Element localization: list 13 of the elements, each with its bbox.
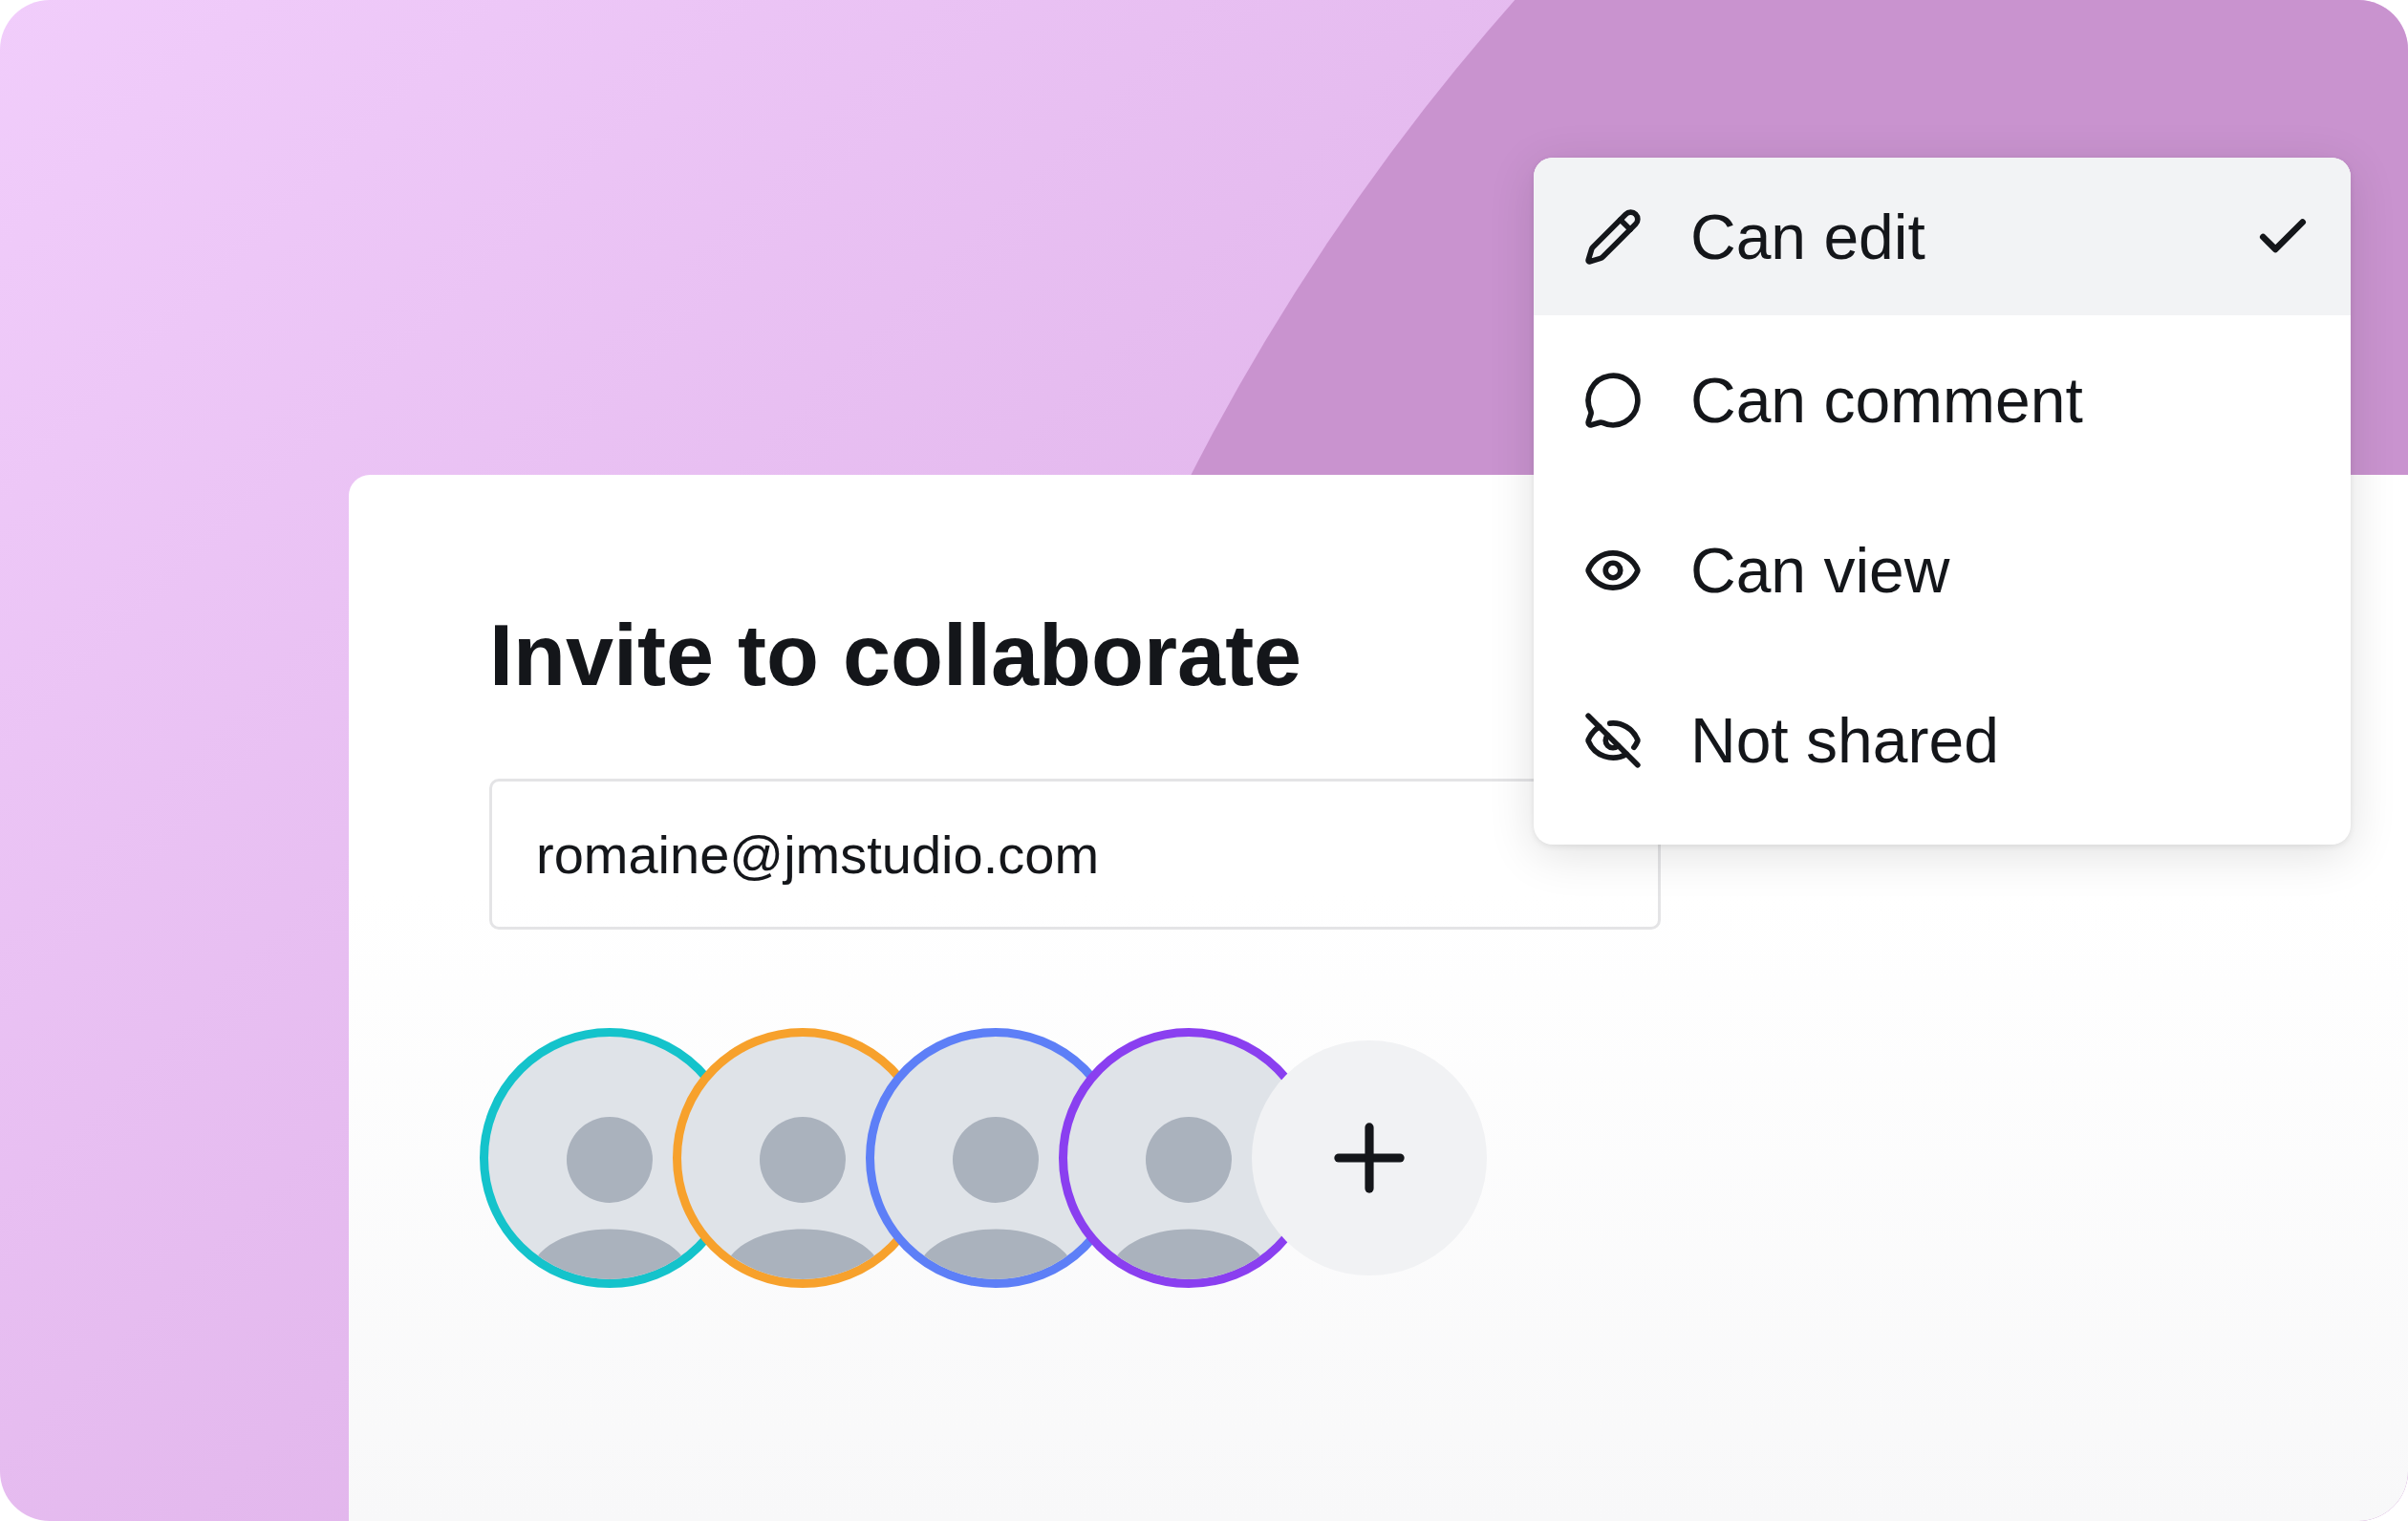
- menu-item-label: Can edit: [1690, 200, 1926, 273]
- pencil-icon: [1583, 206, 1643, 267]
- menu-item-label: Not shared: [1690, 704, 2000, 777]
- menu-item[interactable]: Can edit: [1534, 158, 2351, 315]
- menu-item[interactable]: Can view: [1534, 485, 2351, 655]
- menu-item-label: Can view: [1690, 534, 1951, 607]
- email-field[interactable]: romaine@jmstudio.com: [489, 779, 1661, 930]
- menu-item-label: Can comment: [1690, 364, 2084, 437]
- dialog-title: Invite to collaborate: [489, 607, 1303, 705]
- menu-item[interactable]: Not shared: [1534, 655, 2351, 825]
- speech-bubble-icon: [1583, 371, 1643, 430]
- menu-item[interactable]: Can comment: [1534, 315, 2351, 485]
- eye-slash-icon: [1583, 711, 1643, 770]
